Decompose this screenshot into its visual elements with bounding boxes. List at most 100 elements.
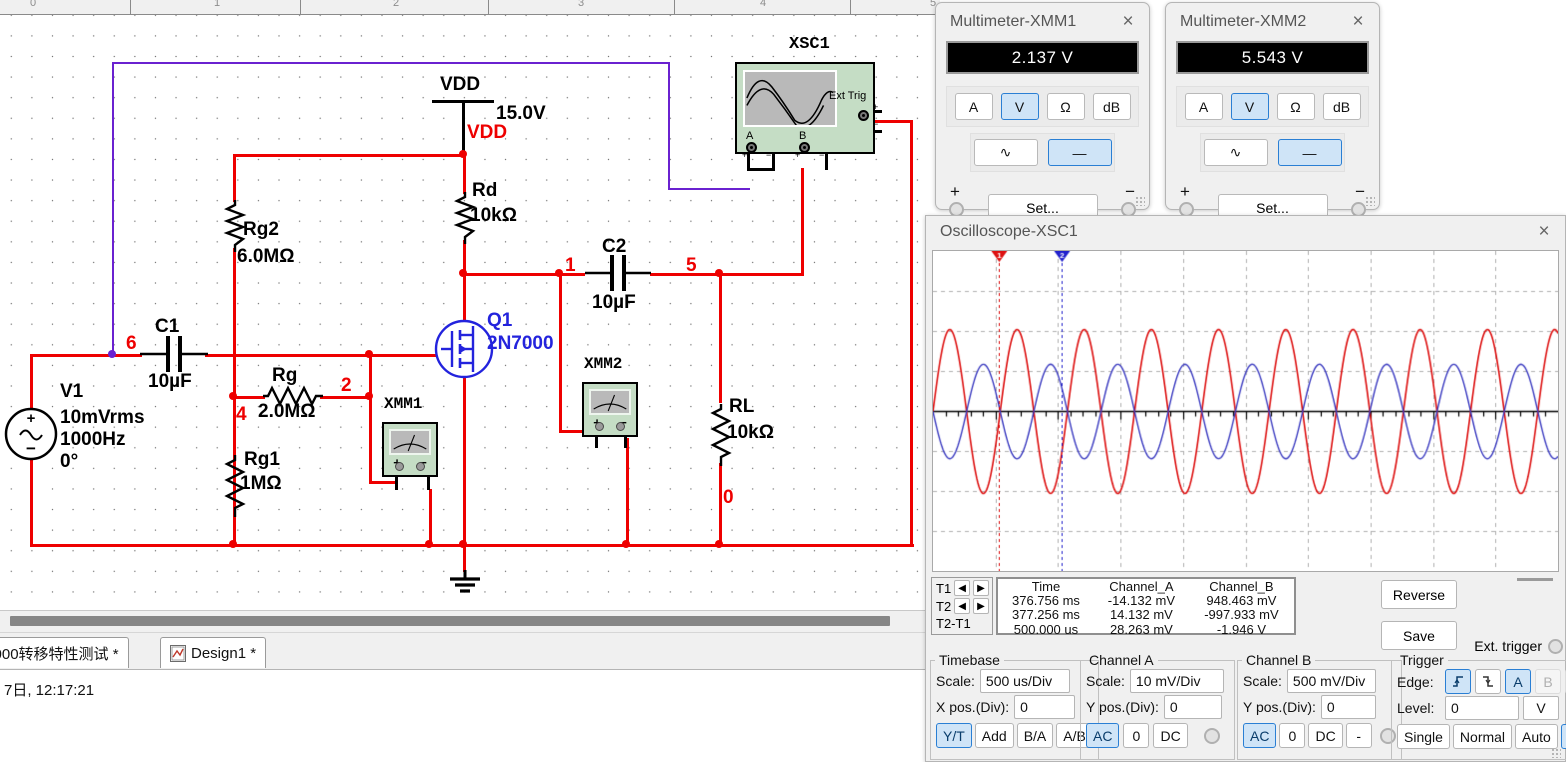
- timebase-xpos-input[interactable]: 0: [1014, 695, 1076, 719]
- channel-a-coupling-gnd[interactable]: 0: [1123, 723, 1150, 748]
- channel-a-scale-input[interactable]: 10 mV/Div: [1129, 669, 1224, 693]
- xsc1-icon-jack-b[interactable]: [799, 142, 810, 153]
- channel-b-coupling-row[interactable]: AC 0 DC -: [1238, 720, 1401, 749]
- wire-purple-vert: [112, 62, 114, 355]
- xmm1-mode-db[interactable]: dB: [1092, 93, 1131, 120]
- scope-resize-grip[interactable]: [1551, 748, 1561, 758]
- channel-a-coupling-dc[interactable]: DC: [1153, 723, 1188, 748]
- xmm2-coupling-dc[interactable]: —: [1277, 139, 1342, 166]
- trigger-mode-single[interactable]: Single: [1397, 724, 1450, 749]
- trigger-source-a[interactable]: A: [1505, 669, 1531, 694]
- xmm1-coupling-ac[interactable]: ∿: [973, 139, 1038, 166]
- trigger-mode-auto[interactable]: Auto: [1515, 724, 1558, 749]
- xmm2-coupling-ac[interactable]: ∿: [1203, 139, 1268, 166]
- xmm1-icon-minus-jack[interactable]: [416, 462, 425, 471]
- oscilloscope-window[interactable]: Oscilloscope-XSC1 × T1 ◀ ▶ T2 ◀ ▶ T2-T1: [925, 215, 1566, 762]
- timebase-mode-yt[interactable]: Y/T: [936, 723, 972, 748]
- xmm1-display: 2.137 V: [946, 41, 1139, 74]
- horizontal-scrollbar[interactable]: [0, 610, 925, 632]
- reverse-button[interactable]: Reverse: [1381, 580, 1457, 609]
- timebase-scale-input[interactable]: 500 us/Div: [979, 669, 1070, 693]
- wire-ground-stub: [463, 544, 466, 572]
- timebase-xpos-row: X pos.(Div): 0: [931, 694, 1098, 720]
- tab-design1-label: Design1 *: [191, 644, 257, 662]
- close-icon[interactable]: ×: [1113, 7, 1143, 37]
- trigger-edge-row[interactable]: Edge: A B Ext: [1392, 668, 1566, 695]
- channel-b-ypos-input[interactable]: 0: [1320, 695, 1376, 719]
- cursor-t1-left-icon[interactable]: ◀: [954, 580, 971, 596]
- xmm2-icon-minus-jack[interactable]: [616, 422, 625, 431]
- xmm2-icon-screen: [589, 389, 631, 415]
- trigger-edge-rising-icon[interactable]: [1445, 669, 1471, 694]
- xmm1-mode-a[interactable]: A: [954, 93, 993, 120]
- trigger-mode-row[interactable]: Single Normal Auto None: [1392, 721, 1566, 750]
- close-icon[interactable]: ×: [1529, 217, 1559, 247]
- xmm1-resize-grip[interactable]: [1135, 196, 1145, 206]
- channel-a-coupling-row[interactable]: AC 0 DC: [1081, 720, 1234, 749]
- tab-2n7000[interactable]: 2N7000转移特性测试 *: [0, 637, 129, 668]
- channel-a-ypos-input[interactable]: 0: [1163, 695, 1222, 719]
- channel-b-coupling-gnd[interactable]: 0: [1279, 723, 1306, 748]
- cursor-t2-left-icon[interactable]: ◀: [954, 598, 971, 614]
- trigger-level-input[interactable]: 0: [1445, 696, 1519, 720]
- channel-b-invert[interactable]: -: [1345, 723, 1372, 748]
- xmm2-mode-v[interactable]: V: [1230, 93, 1269, 120]
- xmm1-mode-v[interactable]: V: [1000, 93, 1039, 120]
- xmm1-mode-ohm[interactable]: Ω: [1046, 93, 1085, 120]
- ground-symbol[interactable]: [444, 570, 486, 596]
- xmm2-icon-plus-jack[interactable]: [595, 422, 604, 431]
- channel-a-probe-jack[interactable]: [1203, 727, 1220, 744]
- xmm1-mode-group[interactable]: A V Ω dB: [946, 86, 1139, 127]
- xmm1-icon[interactable]: + −: [382, 422, 438, 477]
- cursor-control-box[interactable]: T1 ◀ ▶ T2 ◀ ▶ T2-T1: [931, 577, 993, 635]
- xmm1-coupling-group[interactable]: ∿ —: [970, 133, 1115, 172]
- xmm1-titlebar[interactable]: Multimeter-XMM1 ×: [936, 3, 1149, 41]
- cursor-t1-row[interactable]: T1 ◀ ▶: [932, 578, 992, 596]
- v1-source-symbol[interactable]: + −: [4, 406, 58, 462]
- xmm2-coupling-group[interactable]: ∿ —: [1200, 133, 1345, 172]
- scope-waveform-canvas[interactable]: [933, 251, 1558, 571]
- channel-b-scale-input[interactable]: 500 mV/Div: [1286, 669, 1376, 693]
- xmm2-mode-a[interactable]: A: [1184, 93, 1223, 120]
- multimeter-xmm1-window[interactable]: Multimeter-XMM1 × 2.137 V A V Ω dB ∿ — +…: [935, 2, 1150, 221]
- xsc1-icon-a-minus: −: [766, 150, 772, 160]
- wire-purple-to-scopeA: [668, 188, 750, 190]
- cursor-t2-right-icon[interactable]: ▶: [973, 598, 989, 614]
- tab-design1[interactable]: Design1 *: [160, 637, 267, 668]
- trigger-level-unit[interactable]: V: [1523, 696, 1559, 720]
- xmm2-icon[interactable]: + −: [582, 382, 638, 437]
- channel-b-coupling-dc[interactable]: DC: [1308, 723, 1343, 748]
- xsc1-icon[interactable]: A B Ext Trig + − + − + −: [735, 62, 878, 160]
- xsc1-icon-jack-a[interactable]: [746, 142, 757, 153]
- label-q1-value: 2N7000: [487, 333, 554, 354]
- close-icon[interactable]: ×: [1343, 7, 1373, 37]
- q1-mosfet-symbol[interactable]: [433, 318, 495, 380]
- scope-titlebar[interactable]: Oscilloscope-XSC1 ×: [926, 216, 1565, 248]
- trigger-mode-normal[interactable]: Normal: [1452, 724, 1513, 749]
- channel-b-coupling-ac[interactable]: AC: [1243, 723, 1277, 748]
- channel-a-coupling-ac[interactable]: AC: [1086, 723, 1120, 748]
- scope-display[interactable]: [932, 250, 1559, 572]
- xmm2-titlebar[interactable]: Multimeter-XMM2 ×: [1166, 3, 1379, 41]
- trigger-edge-falling-icon[interactable]: [1475, 669, 1501, 694]
- xmm1-coupling-dc[interactable]: —: [1047, 139, 1112, 166]
- xmm2-mode-db[interactable]: dB: [1322, 93, 1361, 120]
- multimeter-xmm2-window[interactable]: Multimeter-XMM2 × 5.543 V A V Ω dB ∿ — +…: [1165, 2, 1380, 221]
- xmm2-mode-ohm[interactable]: Ω: [1276, 93, 1315, 120]
- scrollbar-thumb[interactable]: [10, 616, 890, 626]
- xmm2-resize-grip[interactable]: [1365, 196, 1375, 206]
- xmm1-icon-plus-jack[interactable]: [395, 462, 404, 471]
- cursor-t1-right-icon[interactable]: ▶: [973, 580, 989, 596]
- timebase-mode-ba[interactable]: B/A: [1016, 723, 1054, 748]
- trigger-source-b[interactable]: B: [1535, 669, 1561, 694]
- timebase-mode-row[interactable]: Y/T Add B/A A/B: [931, 720, 1098, 749]
- save-button[interactable]: Save: [1381, 621, 1457, 650]
- document-tab-bar[interactable]: 2N7000转移特性测试 * Design1 *: [0, 632, 925, 670]
- trigger-mode-none[interactable]: None: [1560, 724, 1566, 749]
- node-dot-vdd: [459, 150, 467, 158]
- schematic-canvas[interactable]: 0 1 2 3 4 5 + − V1 10mVrms 1000Hz 0° C1 …: [0, 0, 940, 618]
- timebase-mode-add[interactable]: Add: [974, 723, 1014, 748]
- cursor-t2-row[interactable]: T2 ◀ ▶: [932, 596, 992, 614]
- xsc1-icon-jack-exttrig[interactable]: [858, 110, 869, 121]
- xmm2-mode-group[interactable]: A V Ω dB: [1176, 86, 1369, 127]
